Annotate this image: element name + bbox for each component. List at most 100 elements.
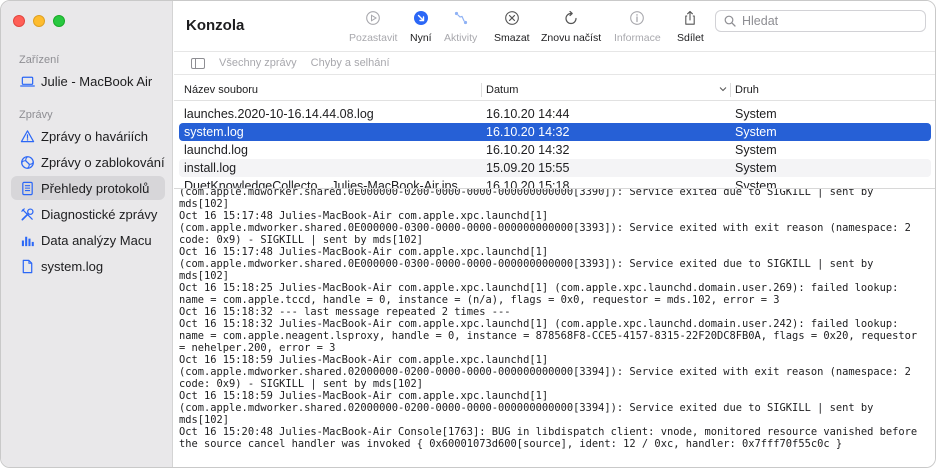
sidebar-item-label: system.log bbox=[41, 258, 104, 274]
cell-date: 16.10.20 14:44 bbox=[486, 107, 570, 121]
toolbar: Konzola Pozastavit Nyní Aktivity Smazat … bbox=[174, 1, 935, 51]
sidebar-item-log-reports[interactable]: Přehledy protokolů bbox=[11, 176, 165, 200]
clear-button[interactable]: Smazat bbox=[494, 9, 530, 44]
column-divider[interactable] bbox=[730, 83, 731, 97]
cell-name: system.log bbox=[184, 125, 244, 139]
reload-label: Znovu načíst bbox=[541, 32, 602, 44]
sidebar-toggle-icon[interactable] bbox=[191, 57, 205, 69]
sidebar-item-device[interactable]: Julie - MacBook Air bbox=[11, 69, 165, 93]
tools-icon bbox=[19, 206, 35, 222]
cell-name: DuetKnowledgeCollecto... Julies-MacBook-… bbox=[184, 179, 458, 188]
filter-all-messages[interactable]: Všechny zprávy bbox=[219, 57, 297, 69]
now-label: Nyní bbox=[410, 32, 432, 44]
reload-button[interactable]: Znovu načíst bbox=[541, 9, 601, 44]
log-line: mds[102] bbox=[179, 198, 230, 210]
filter-errors-faults[interactable]: Chyby a selhání bbox=[311, 57, 390, 69]
sidebar-section-devices: Zařízení bbox=[19, 54, 60, 66]
sidebar-item-label: Zprávy o haváriích bbox=[41, 128, 148, 144]
info-label: Informace bbox=[614, 32, 661, 44]
sidebar-item-label: Julie - MacBook Air bbox=[41, 73, 153, 89]
sidebar-item-system-log[interactable]: system.log bbox=[11, 254, 165, 278]
cell-date: 16.10.20 14:32 bbox=[486, 143, 570, 157]
log-line: code: 0x9) - SIGKILL | sent by mds[102] bbox=[179, 378, 423, 390]
sidebar-item-spin-reports[interactable]: Zprávy o zablokování bbox=[11, 150, 165, 174]
log-line: Oct 16 15:18:59 Julies-MacBook-Air com.a… bbox=[179, 390, 549, 402]
share-button[interactable]: Sdílet bbox=[677, 9, 704, 44]
column-header-kind[interactable]: Druh bbox=[735, 84, 759, 96]
log-line: Oct 16 15:17:48 Julies-MacBook-Air com.a… bbox=[179, 210, 549, 222]
log-line: (com.apple.mdworker.shared.02000000-0200… bbox=[179, 366, 911, 378]
log-line: mds[102] bbox=[179, 270, 230, 282]
share-label: Sdílet bbox=[677, 32, 704, 44]
now-button[interactable]: Nyní bbox=[410, 9, 432, 44]
search-placeholder: Hledat bbox=[742, 14, 779, 28]
search-icon bbox=[724, 15, 736, 27]
table-header: Název souboru Datum Druh bbox=[174, 79, 935, 101]
table-row[interactable]: system.log 16.10.20 14:32 System bbox=[179, 123, 931, 141]
file-icon bbox=[19, 258, 35, 274]
sidebar-item-mac-analytics[interactable]: Data analýzy Macu bbox=[11, 228, 165, 252]
log-line: (com.apple.mdworker.shared.0E000000-0300… bbox=[179, 258, 874, 270]
log-content[interactable]: (com.apple.mdworker.shared.0E000000-0200… bbox=[174, 188, 935, 467]
cell-kind: System bbox=[735, 179, 777, 188]
log-line: = nehelper.200, error = 3 bbox=[179, 342, 336, 354]
cell-kind: System bbox=[735, 107, 777, 121]
column-header-name[interactable]: Název souboru bbox=[184, 84, 258, 96]
chart-icon bbox=[19, 232, 35, 248]
info-button[interactable]: Informace bbox=[614, 9, 661, 44]
cell-name: install.log bbox=[184, 161, 237, 175]
main-area: Konzola Pozastavit Nyní Aktivity Smazat … bbox=[174, 1, 935, 467]
cell-name: launches.2020-10-16.14.44.08.log bbox=[184, 107, 374, 121]
cell-date: 15.09.20 15:55 bbox=[486, 161, 570, 175]
table-row[interactable]: install.log 15.09.20 15:55 System bbox=[179, 159, 931, 177]
log-line: code: 0x9) - SIGKILL | sent by mds[102] bbox=[179, 234, 423, 246]
sidebar-item-label: Diagnostické zprávy bbox=[41, 206, 158, 222]
window-controls bbox=[13, 15, 65, 27]
table-row[interactable]: launchd.log 16.10.20 14:32 System bbox=[179, 141, 931, 159]
document-icon bbox=[19, 180, 35, 196]
table-row[interactable]: DuetKnowledgeCollecto... Julies-MacBook-… bbox=[179, 177, 931, 188]
filter-bar: Všechny zprávy Chyby a selhání bbox=[174, 51, 935, 75]
clear-icon bbox=[503, 9, 521, 27]
cell-kind: System bbox=[735, 143, 777, 157]
clear-label: Smazat bbox=[494, 32, 530, 44]
log-line: Oct 16 15:17:48 Julies-MacBook-Air com.a… bbox=[179, 246, 549, 258]
reload-icon bbox=[562, 9, 580, 27]
sidebar-item-crash-reports[interactable]: Zprávy o haváriích bbox=[11, 124, 165, 148]
minimize-button[interactable] bbox=[33, 15, 45, 27]
search-input[interactable]: Hledat bbox=[715, 10, 926, 32]
sidebar-section-reports: Zprávy bbox=[19, 109, 53, 121]
cell-date: 16.10.20 15:18 bbox=[486, 179, 570, 188]
cell-name: launchd.log bbox=[184, 143, 248, 157]
activity-icon bbox=[452, 9, 470, 27]
log-line: (com.apple.mdworker.shared.0E000000-0300… bbox=[179, 222, 911, 234]
cell-kind: System bbox=[735, 125, 777, 139]
activity-button[interactable]: Aktivity bbox=[444, 9, 477, 44]
pause-button[interactable]: Pozastavit bbox=[349, 9, 397, 44]
log-line: name = com.apple.neagent.lsproxy, handle… bbox=[179, 330, 918, 342]
activity-label: Aktivity bbox=[444, 32, 478, 44]
page-title: Konzola bbox=[186, 17, 245, 34]
log-line: (com.apple.mdworker.shared.02000000-0200… bbox=[179, 402, 874, 414]
table-row[interactable]: launches.2020-10-16.14.44.08.log 16.10.2… bbox=[179, 105, 931, 123]
laptop-icon bbox=[19, 73, 35, 89]
log-line: name = com.apple.tccd, handle = 0, insta… bbox=[179, 294, 780, 306]
sidebar-item-label: Zprávy o zablokování bbox=[41, 154, 165, 170]
file-list: launches.2020-10-16.14.44.08.log 16.10.2… bbox=[174, 103, 935, 188]
sidebar-item-label: Přehledy protokolů bbox=[41, 180, 150, 196]
chevron-down-icon bbox=[719, 87, 727, 92]
share-icon bbox=[681, 9, 699, 27]
log-line: Oct 16 15:18:59 Julies-MacBook-Air com.a… bbox=[179, 354, 549, 366]
log-line: mds[102] bbox=[179, 414, 230, 426]
log-line: Oct 16 15:18:32 Julies-MacBook-Air com.a… bbox=[179, 318, 899, 330]
console-window: Zařízení Julie - MacBook Air Zprávy Zprá… bbox=[0, 0, 936, 468]
column-divider[interactable] bbox=[481, 83, 482, 97]
sidebar-item-diagnostic-reports[interactable]: Diagnostické zprávy bbox=[11, 202, 165, 226]
log-line: Oct 16 15:18:32 --- last message repeate… bbox=[179, 306, 511, 318]
log-line: Oct 16 15:18:25 Julies-MacBook-Air com.a… bbox=[179, 282, 899, 294]
close-button[interactable] bbox=[13, 15, 25, 27]
now-icon bbox=[412, 9, 430, 27]
cell-date: 16.10.20 14:32 bbox=[486, 125, 570, 139]
column-header-date[interactable]: Datum bbox=[486, 84, 518, 96]
zoom-button[interactable] bbox=[53, 15, 65, 27]
